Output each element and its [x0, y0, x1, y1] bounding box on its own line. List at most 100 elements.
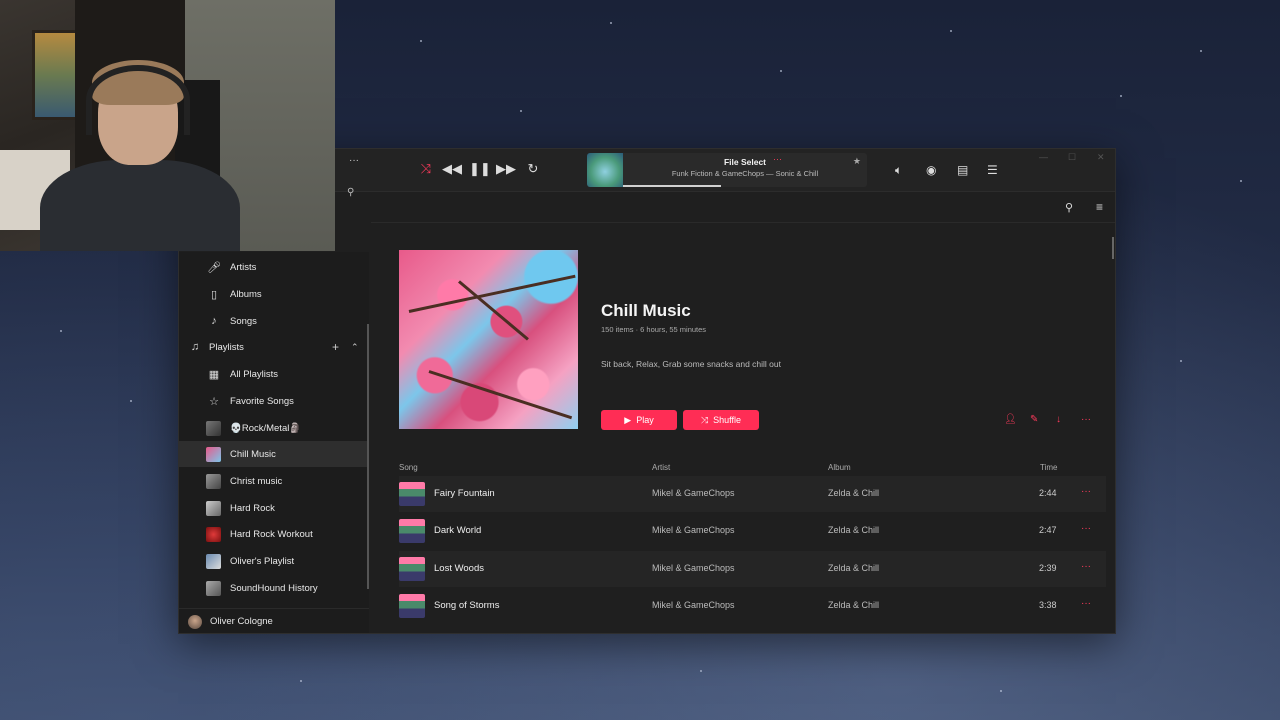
more-options-icon[interactable]: ···	[773, 154, 782, 164]
avatar	[188, 614, 202, 629]
sidebar-item-label: Albums	[230, 288, 262, 300]
playlist-thumbnail	[206, 446, 221, 462]
song-album[interactable]: Zelda & Chill	[828, 600, 879, 610]
sidebar-item-rock-metal[interactable]: 💀Rock/Metal🗿	[179, 415, 367, 441]
edit-icon[interactable]: ✎	[1030, 414, 1038, 425]
table-row[interactable]: Dark World Mikel & GameChops Zelda & Chi…	[399, 513, 1106, 549]
airplay-icon[interactable]: ◉	[926, 163, 936, 177]
sidebar-item-olivers-playlist[interactable]: Oliver's Playlist	[179, 548, 367, 574]
playlist-cover-art	[399, 250, 578, 429]
play-icon: ▶	[624, 414, 632, 425]
now-playing-subtitle: Funk Fiction & GameChops — Sonic & Chill	[671, 169, 819, 178]
playlist-title: Chill Music	[601, 301, 691, 320]
sidebar-item-soundhound-history[interactable]: SoundHound History	[179, 575, 367, 601]
album-icon: ▯	[210, 288, 218, 301]
more-options-icon[interactable]: ···	[1081, 414, 1091, 425]
queue-icon[interactable]: ☰	[987, 163, 998, 177]
main-scrollbar[interactable]	[1112, 237, 1114, 259]
next-icon[interactable]: ▶▶	[496, 161, 516, 177]
close-icon[interactable]: ✕	[1097, 152, 1105, 163]
playlist-thumbnail	[206, 420, 221, 436]
song-artist[interactable]: Mikel & GameChops	[652, 488, 735, 498]
sidebar-search-icon[interactable]: ⚲	[347, 187, 354, 198]
music-note-icon: ♪	[211, 315, 217, 327]
column-header-time[interactable]: Time	[1040, 463, 1057, 472]
now-playing-artwork	[587, 153, 623, 187]
song-title: Song of Storms	[434, 600, 500, 611]
song-artist[interactable]: Mikel & GameChops	[652, 600, 735, 610]
more-options-icon[interactable]: ···	[1081, 561, 1091, 572]
shuffle-button-label: Shuffle	[713, 415, 742, 425]
lyrics-icon[interactable]: ▤	[957, 163, 968, 177]
sidebar-item-label: Songs	[230, 315, 257, 327]
now-playing-display[interactable]: File Select ··· ★ Funk Fiction & GameCho…	[587, 153, 867, 187]
column-header-song[interactable]: Song	[399, 463, 418, 472]
playlist-icon: ♫	[190, 341, 200, 353]
sidebar-item-christ-music[interactable]: Christ music	[179, 468, 367, 494]
volume-icon[interactable]: 🔈︎	[895, 163, 902, 178]
song-duration: 2:44	[1039, 488, 1057, 498]
download-icon[interactable]: ↓	[1056, 414, 1061, 425]
playback-progress[interactable]	[623, 185, 721, 187]
song-artist[interactable]: Mikel & GameChops	[652, 563, 735, 573]
more-options-icon[interactable]: ···	[1081, 598, 1091, 609]
favorite-icon[interactable]: ★	[853, 156, 861, 167]
filter-icon[interactable]: ≡	[1096, 200, 1103, 214]
sidebar-scrollbar[interactable]	[367, 324, 369, 589]
sidebar: 🎤︎ Artists ▯ Albums ♪ Songs ♫ Playlists …	[179, 252, 369, 633]
playlist-thumbnail	[206, 473, 221, 489]
playlist-thumbnail	[206, 500, 221, 516]
sidebar-item-label: Hard Rock Workout	[230, 528, 313, 540]
chevron-up-icon[interactable]: ⌃	[351, 342, 359, 353]
song-artwork	[399, 557, 425, 581]
song-album[interactable]: Zelda & Chill	[828, 563, 879, 573]
minimize-icon[interactable]: —	[1039, 152, 1048, 162]
microphone-icon: 🎤︎	[207, 261, 221, 274]
sidebar-section-playlists[interactable]: ♫ Playlists + ⌃	[179, 334, 367, 360]
repeat-icon[interactable]: ↻	[523, 161, 543, 177]
table-row[interactable]: Lost Woods Mikel & GameChops Zelda & Chi…	[399, 551, 1106, 587]
user-name: Oliver Cologne	[210, 616, 273, 627]
sidebar-item-label: Artists	[230, 261, 257, 273]
song-album[interactable]: Zelda & Chill	[828, 488, 879, 498]
song-artist[interactable]: Mikel & GameChops	[652, 525, 735, 535]
sidebar-item-label: All Playlists	[230, 368, 279, 380]
sidebar-item-artists[interactable]: 🎤︎ Artists	[179, 254, 367, 280]
main-content: ⚲ ≡ Chill Music 150 items · 6 hours, 55 …	[371, 193, 1115, 633]
sidebar-item-albums[interactable]: ▯ Albums	[179, 281, 367, 307]
sidebar-item-songs[interactable]: ♪ Songs	[179, 308, 367, 334]
play-button[interactable]: ▶ Play	[601, 410, 677, 430]
shuffle-icon[interactable]: ⤨	[416, 161, 436, 177]
sidebar-item-label: Chill Music	[230, 448, 276, 460]
song-artwork	[399, 594, 425, 618]
table-row[interactable]: Song of Storms Mikel & GameChops Zelda &…	[399, 588, 1106, 624]
song-duration: 2:47	[1039, 525, 1057, 535]
maximize-icon[interactable]: ☐	[1068, 152, 1076, 163]
add-playlist-icon[interactable]: +	[332, 340, 339, 354]
sidebar-item-label: 💀Rock/Metal🗿	[230, 422, 302, 434]
user-profile[interactable]: Oliver Cologne	[179, 608, 369, 633]
song-album[interactable]: Zelda & Chill	[828, 525, 879, 535]
play-button-label: Play	[636, 415, 654, 425]
more-options-icon[interactable]: ···	[1081, 523, 1091, 534]
search-icon[interactable]: ⚲	[1065, 201, 1073, 214]
sidebar-item-hard-rock-workout[interactable]: Hard Rock Workout	[179, 521, 367, 547]
table-row[interactable]: Fairy Fountain Mikel & GameChops Zelda &…	[399, 476, 1106, 512]
sidebar-item-all-playlists[interactable]: ▦ All Playlists	[179, 361, 367, 387]
sidebar-item-chill-music[interactable]: Chill Music	[179, 441, 367, 467]
column-header-album[interactable]: Album	[828, 463, 851, 472]
shuffle-button[interactable]: ⤨ Shuffle	[683, 410, 759, 430]
pause-icon[interactable]: ❚❚	[469, 161, 491, 177]
menu-dots-icon[interactable]: ···	[349, 155, 359, 166]
webcam-overlay	[0, 0, 335, 251]
add-user-icon[interactable]: 👤︎	[1004, 414, 1017, 425]
sidebar-item-hard-rock[interactable]: Hard Rock	[179, 495, 367, 521]
previous-icon[interactable]: ◀◀	[442, 161, 462, 177]
more-options-icon[interactable]: ···	[1081, 486, 1091, 497]
sidebar-item-label: SoundHound History	[230, 582, 318, 594]
sidebar-item-favorite-songs[interactable]: ☆ Favorite Songs	[179, 388, 367, 414]
now-playing-title: File Select	[723, 157, 767, 167]
star-icon: ☆	[209, 395, 219, 408]
sidebar-item-label: Hard Rock	[230, 502, 275, 514]
column-header-artist[interactable]: Artist	[652, 463, 670, 472]
